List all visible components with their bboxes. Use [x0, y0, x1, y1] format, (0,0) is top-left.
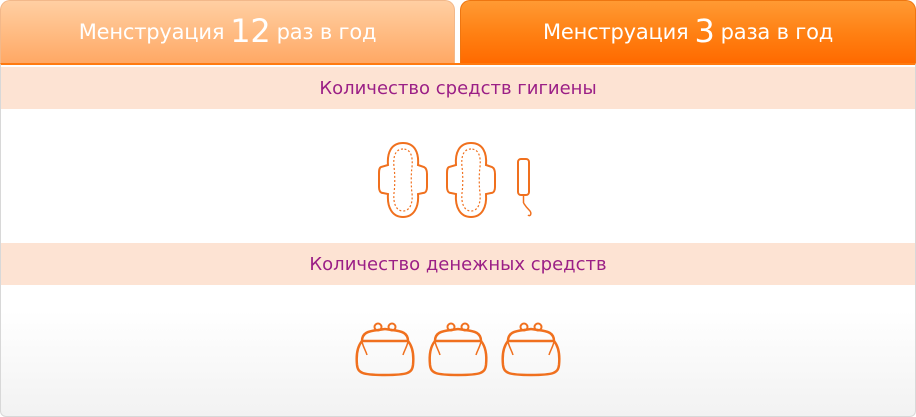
- tab-suffix: раза в год: [720, 20, 834, 44]
- tab-number: 12: [230, 12, 271, 50]
- pad-icon: [378, 141, 428, 219]
- purse-icon: [427, 321, 489, 377]
- content-panel: Количество средств гигиены Количество де…: [0, 63, 916, 417]
- purse-icon: [500, 321, 562, 377]
- tab-prefix: Менструация: [78, 20, 225, 44]
- tab-prefix: Менструация: [542, 20, 689, 44]
- tampon-icon: [514, 157, 538, 219]
- tab-3-times-per-year[interactable]: Менструация 3 раза в год: [460, 0, 916, 63]
- tab-12-times-per-year[interactable]: Менструация 12 раз в год: [0, 0, 455, 63]
- pad-icon: [446, 141, 496, 219]
- hygiene-icons: [1, 141, 915, 219]
- comparison-widget: Менструация 12 раз в год Менструация 3 р…: [0, 0, 916, 417]
- tab-suffix: раз в год: [276, 20, 377, 44]
- tab-number: 3: [694, 12, 715, 50]
- money-icons: [1, 321, 915, 377]
- section-heading-hygiene: Количество средств гигиены: [1, 67, 915, 109]
- section-heading-money: Количество денежных средств: [1, 243, 915, 285]
- purse-icon: [354, 321, 416, 377]
